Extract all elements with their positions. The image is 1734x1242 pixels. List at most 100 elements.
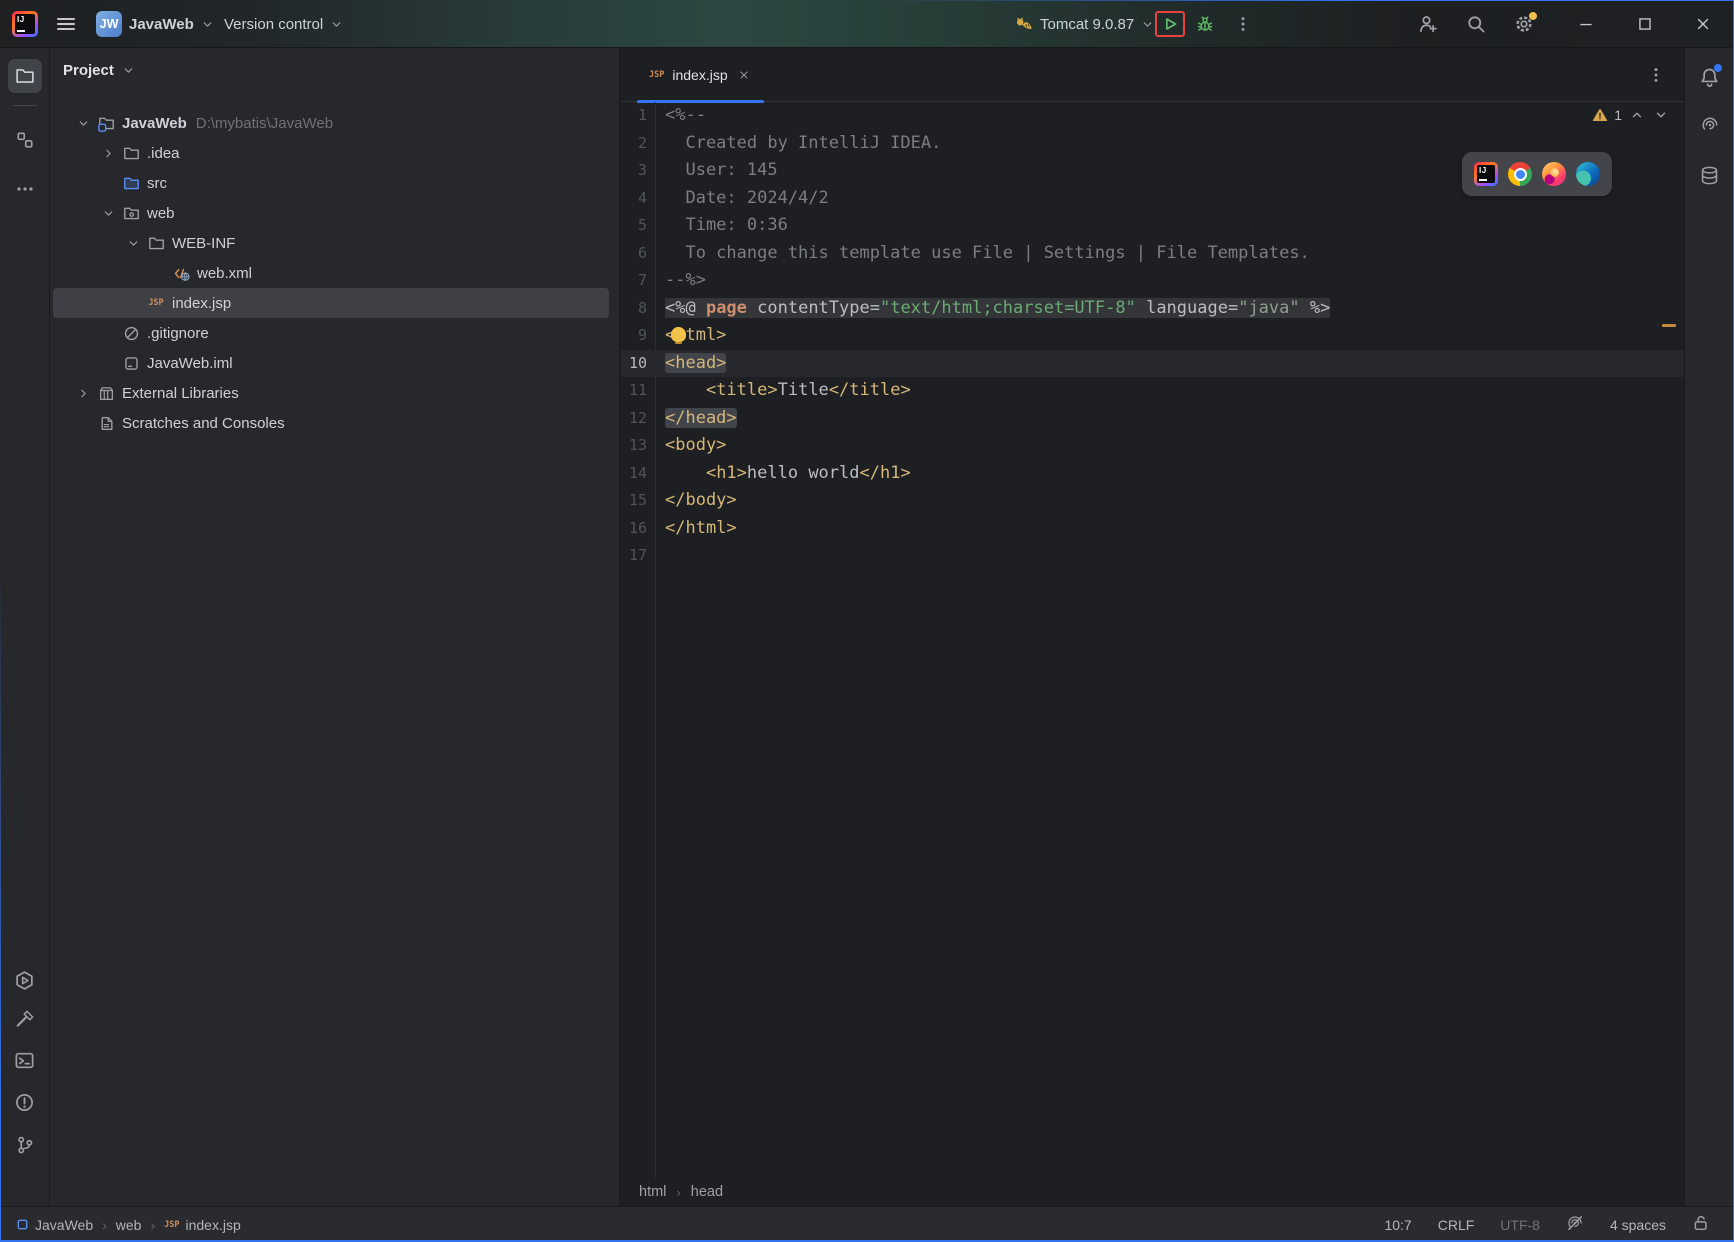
minimize-button[interactable] bbox=[1564, 0, 1608, 48]
chevron-right-icon[interactable] bbox=[100, 145, 116, 161]
tree-item-javaweb-iml[interactable]: JavaWeb.iml bbox=[53, 348, 609, 378]
project-widget[interactable]: JW JavaWeb bbox=[96, 0, 214, 48]
code-line-16[interactable]: 16</html> bbox=[621, 515, 1684, 543]
tree-item-src[interactable]: src bbox=[53, 168, 609, 198]
code-line-17[interactable]: 17 bbox=[621, 542, 1684, 570]
indent-widget[interactable]: 4 spaces bbox=[1610, 1217, 1666, 1233]
line-ending-widget[interactable]: CRLF bbox=[1438, 1217, 1475, 1233]
tree-item-index-jsp[interactable]: JSPindex.jsp bbox=[53, 288, 609, 318]
run-config-label: Tomcat 9.0.87 bbox=[1040, 16, 1134, 33]
run-configuration-widget[interactable]: Tomcat 9.0.87 bbox=[1015, 0, 1154, 48]
code-line-5[interactable]: 5 Time: 0:36 bbox=[621, 212, 1684, 240]
code-line-12[interactable]: 12</head> bbox=[621, 405, 1684, 433]
tree-item--gitignore[interactable]: .gitignore bbox=[53, 318, 609, 348]
ai-status-button[interactable] bbox=[1566, 1214, 1584, 1235]
build-tool-button[interactable] bbox=[8, 1002, 42, 1036]
breadcrumb-separator: › bbox=[676, 1185, 680, 1200]
status-path-index-jsp[interactable]: JSPindex.jsp bbox=[164, 1217, 241, 1233]
tree-item-external-libraries[interactable]: External Libraries bbox=[53, 378, 609, 408]
run-button[interactable] bbox=[1155, 0, 1185, 48]
editor-options-button[interactable] bbox=[1644, 63, 1668, 87]
search-everywhere-button[interactable] bbox=[1466, 0, 1486, 48]
folder-src-icon bbox=[122, 174, 140, 192]
chevron-down-icon[interactable] bbox=[75, 115, 91, 131]
code-line-9[interactable]: 9<html> bbox=[621, 322, 1684, 350]
chevron-down-icon bbox=[122, 64, 135, 77]
chevron-down-icon[interactable] bbox=[100, 205, 116, 221]
error-stripe-mark[interactable] bbox=[1662, 324, 1676, 327]
code-with-me-button[interactable] bbox=[1418, 0, 1438, 48]
line-number: 5 bbox=[621, 212, 655, 240]
breadcrumb-head[interactable]: head bbox=[691, 1184, 723, 1200]
line-number: 3 bbox=[621, 157, 655, 185]
code-line-14[interactable]: 14 <h1>hello world</h1> bbox=[621, 460, 1684, 488]
code-line-text: <title>Title</title> bbox=[655, 377, 911, 405]
tab-close-icon[interactable] bbox=[736, 67, 752, 83]
code-line-1[interactable]: 1<%-- bbox=[621, 102, 1684, 130]
settings-button[interactable] bbox=[1514, 0, 1534, 48]
status-path-label: web bbox=[116, 1217, 142, 1233]
services-tool-button[interactable] bbox=[8, 963, 42, 997]
warning-count: 1 bbox=[1614, 107, 1622, 123]
prev-problem-button[interactable] bbox=[1628, 106, 1646, 124]
code-line-text: <body> bbox=[655, 432, 726, 460]
maximize-button[interactable] bbox=[1623, 0, 1667, 48]
more-tool-windows-button[interactable] bbox=[8, 172, 42, 206]
intention-bulb-icon[interactable] bbox=[671, 327, 686, 342]
code-line-text: User: 145 bbox=[655, 157, 778, 185]
debug-button[interactable] bbox=[1196, 0, 1214, 48]
problems-tool-button[interactable] bbox=[8, 1085, 42, 1119]
idea-logo-button[interactable]: IJ bbox=[12, 0, 38, 48]
lock-status-button[interactable] bbox=[1692, 1214, 1710, 1235]
chevron-right-icon[interactable] bbox=[75, 385, 91, 401]
version-control-tool-button[interactable] bbox=[8, 1128, 42, 1162]
tree-item-label: index.jsp bbox=[172, 295, 231, 312]
line-number: 7 bbox=[621, 267, 655, 295]
line-number: 16 bbox=[621, 515, 655, 543]
project-panel-header[interactable]: Project bbox=[50, 48, 619, 92]
code-line-10[interactable]: 10<head> bbox=[621, 350, 1684, 378]
terminal-tool-button[interactable] bbox=[8, 1043, 42, 1077]
project-tool-button[interactable] bbox=[8, 59, 42, 93]
more-run-actions-button[interactable] bbox=[1234, 0, 1252, 48]
breadcrumb-html[interactable]: html bbox=[639, 1184, 666, 1200]
gear-icon bbox=[1514, 14, 1534, 34]
database-tool-button[interactable] bbox=[1695, 160, 1725, 190]
code-line-6[interactable]: 6 To change this template use File | Set… bbox=[621, 240, 1684, 268]
notifications-button[interactable] bbox=[1695, 62, 1725, 92]
tree-item--idea[interactable]: .idea bbox=[53, 138, 609, 168]
close-button[interactable] bbox=[1681, 0, 1725, 48]
tree-item-web[interactable]: web bbox=[53, 198, 609, 228]
structure-tool-button[interactable] bbox=[8, 123, 42, 157]
tree-item-web-inf[interactable]: WEB-INF bbox=[53, 228, 609, 258]
status-breadcrumb: JavaWeb›web›JSPindex.jsp bbox=[0, 1217, 241, 1233]
tab-index-jsp[interactable]: JSP index.jsp bbox=[637, 48, 764, 102]
code-line-11[interactable]: 11 <title>Title</title> bbox=[621, 377, 1684, 405]
inspection-widget[interactable]: 1 bbox=[1592, 106, 1670, 124]
caret-position-widget[interactable]: 10:7 bbox=[1384, 1217, 1411, 1233]
tree-item-scratches-and-consoles[interactable]: Scratches and Consoles bbox=[53, 408, 609, 438]
project-badge-icon: JW bbox=[96, 11, 122, 37]
ai-assistant-button[interactable] bbox=[1695, 110, 1725, 140]
chrome-icon[interactable] bbox=[1508, 162, 1532, 186]
status-path-web[interactable]: web bbox=[116, 1217, 142, 1233]
code-editor[interactable]: 1<%--2 Created by IntelliJ IDEA.3 User: … bbox=[621, 102, 1684, 1178]
code-line-7[interactable]: 7--%> bbox=[621, 267, 1684, 295]
encoding-widget[interactable]: UTF-8 bbox=[1500, 1217, 1540, 1233]
chevron-down-icon[interactable] bbox=[125, 235, 141, 251]
firefox-icon[interactable] bbox=[1542, 162, 1566, 186]
vcs-widget[interactable]: Version control bbox=[224, 0, 343, 48]
breadcrumbs-bar: html › head bbox=[621, 1178, 1684, 1206]
line-number: 11 bbox=[621, 377, 655, 405]
next-problem-button[interactable] bbox=[1652, 106, 1670, 124]
idea-browser-icon[interactable]: IJ bbox=[1474, 162, 1498, 186]
tree-item-web-xml[interactable]: web.xml bbox=[53, 258, 609, 288]
code-line-15[interactable]: 15</body> bbox=[621, 487, 1684, 515]
tree-item-javaweb[interactable]: JavaWebD:\mybatis\JavaWeb bbox=[53, 108, 609, 138]
edge-icon[interactable] bbox=[1576, 162, 1600, 186]
status-path-javaweb[interactable]: JavaWeb bbox=[16, 1217, 93, 1233]
hamburger-icon bbox=[57, 18, 75, 30]
code-line-13[interactable]: 13<body> bbox=[621, 432, 1684, 460]
code-line-8[interactable]: 8<%@ page contentType="text/html;charset… bbox=[621, 295, 1684, 323]
main-menu-button[interactable] bbox=[57, 0, 75, 48]
